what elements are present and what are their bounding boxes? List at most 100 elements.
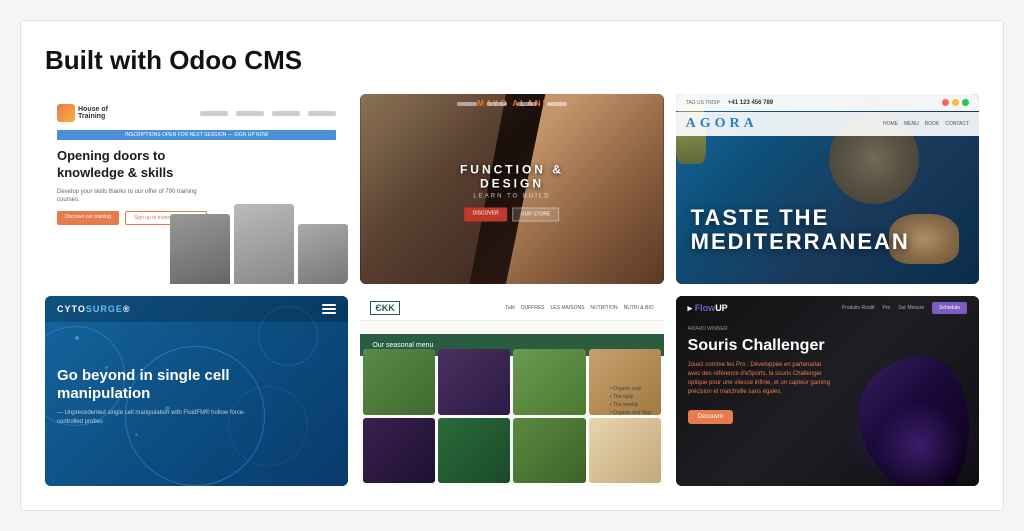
card-flowup[interactable]: ▸ FlowUP Produits Routif Pro Sur Mesure … — [676, 296, 979, 486]
top-tag: TAG US TRISP — [686, 100, 720, 106]
card-images — [170, 204, 348, 284]
card-cytosurge[interactable]: CYTOSURGE® Go beyond in single cell mani… — [45, 296, 348, 486]
close-dot — [942, 99, 949, 106]
hamburger-menu[interactable] — [322, 304, 336, 314]
ekk-logo: ЄΚΚ — [370, 301, 399, 315]
top-bar: TAG US TRISP +41 123 456 789 — [676, 94, 979, 111]
main-container: Built with Odoo CMS House ofTraining — [20, 20, 1004, 511]
mouse-glow — [874, 401, 964, 486]
top-nav: CYTOSURGE® — [45, 296, 348, 322]
phone-number: +41 123 456 789 — [728, 100, 773, 106]
cytosurge-logo: CYTOSURGE® — [57, 304, 131, 314]
food-grid — [360, 346, 663, 486]
top-nav: ЄΚΚ Таbl OUFFRES LES MAISONS NUTRITION N… — [360, 296, 663, 321]
card-house-of-training[interactable]: House ofTraining INSCRIPTIONS OPEN FOR N… — [45, 94, 348, 284]
cell-dot — [75, 336, 79, 340]
primary-btn[interactable]: Discover our training — [57, 211, 119, 225]
center-text: FUNCTION & DESIGN LEARN TO BUILD DISCOVE… — [436, 162, 588, 221]
card-ekk-food[interactable]: ЄΚΚ Таbl OUFFRES LES MAISONS NUTRITION N… — [360, 296, 663, 486]
beyond-subtitle: — Unprecedented single cell manipulation… — [57, 409, 247, 427]
nav-dot — [457, 102, 477, 106]
nav-links: HOME MENU BOOK CONTACT — [883, 121, 969, 127]
mouse-body — [839, 336, 969, 486]
beyond-title: Go beyond in single cell manipulation — [57, 367, 257, 403]
list-item: • The weekly — [610, 402, 652, 408]
card-inner: MAYO ALANI FUNCTION & DESIGN LEARN TO BU… — [360, 94, 663, 284]
nav-item: Produits Routif — [842, 305, 875, 311]
window-controls — [942, 99, 969, 106]
nav-item — [200, 111, 228, 116]
logo-square — [57, 104, 75, 122]
maximize-dot — [962, 99, 969, 106]
nav-link: MENU — [904, 121, 919, 127]
desc-line1: Jouez comme les Pro : Développée en part… — [688, 362, 821, 368]
product-name: Souris Challenger — [688, 337, 830, 355]
ham-line — [322, 308, 336, 310]
nav-item — [236, 111, 264, 116]
nav-item: NUTRITION — [590, 305, 617, 311]
list-section: • Organic only • The daily • The weekly … — [610, 386, 652, 416]
nav-item — [308, 111, 336, 116]
fn-btn: DISCOVER OUR STORE — [436, 207, 588, 221]
list-item: • Organic and Vegı — [610, 410, 652, 416]
food-cell-salad — [513, 349, 585, 415]
nav-item — [272, 111, 300, 116]
hero-content: AWARD WINNER Souris Challenger Jouez com… — [688, 326, 830, 424]
card-header: House ofTraining — [57, 104, 336, 122]
food-cell-light — [589, 418, 661, 484]
hero-content: Go beyond in single cell manipulation — … — [57, 367, 257, 427]
food-cell-berry — [438, 349, 510, 415]
flowup-logo: ▸ FlowUP — [688, 303, 728, 314]
card-inner: CYTOSURGE® Go beyond in single cell mani… — [45, 296, 348, 486]
nav-item: Sur Mesure — [898, 305, 924, 311]
announcement-bar: INSCRIPTIONS OPEN FOR NEXT SESSION — SIG… — [57, 130, 336, 140]
ham-line — [322, 304, 336, 306]
desc-line2: avec des référence d'eSports, la souris … — [688, 371, 822, 377]
fn-sub: LEARN TO BUILD — [436, 193, 588, 199]
nav-link: CONTACT — [945, 121, 969, 127]
nav-item: NUTRI & BIO — [624, 305, 654, 311]
nav-dot — [487, 102, 507, 106]
nav-items: Produits Routif Pro Sur Mesure — [842, 305, 924, 311]
mouse-visual — [831, 316, 979, 486]
nav-item: OUFFRES — [521, 305, 545, 311]
cell-dot — [135, 433, 138, 436]
card-subtext: Develop your skills thanks to our offer … — [57, 188, 197, 205]
nav-item: Таbl — [505, 305, 515, 311]
card-inner: ▸ FlowUP Produits Routif Pro Sur Mesure … — [676, 296, 979, 486]
page-title: Built with Odoo CMS — [45, 45, 979, 76]
tagline: TASTE THE MEDITERRANEAN — [691, 206, 979, 254]
image-3 — [298, 224, 348, 284]
list-item: • The daily — [610, 394, 652, 400]
nav-dot — [517, 102, 537, 106]
award-tag: AWARD WINNER — [688, 326, 830, 332]
card-heading: Opening doors to knowledge & skills — [57, 148, 211, 182]
top-nav — [457, 102, 567, 106]
nav-link: HOME — [883, 121, 898, 127]
ham-line — [322, 312, 336, 314]
fn-btn-primary[interactable]: DISCOVER — [465, 207, 507, 221]
fn-btn-secondary[interactable]: OUR STORE — [512, 207, 560, 221]
card-inner: ЄΚΚ Таbl OUFFRES LES MAISONS NUTRITION N… — [360, 296, 663, 486]
card-mayo-alani[interactable]: MAYO ALANI FUNCTION & DESIGN LEARN TO BU… — [360, 94, 663, 284]
logo-block: House ofTraining — [57, 104, 108, 122]
nav-bar: AGORA HOME MENU BOOK CONTACT — [676, 112, 979, 136]
minimize-dot — [952, 99, 959, 106]
nav-item: LES MAISONS — [551, 305, 585, 311]
card-agora[interactable]: TAG US TRISP +41 123 456 789 AGORA HOME … — [676, 94, 979, 284]
schedule-btn[interactable]: Schedule — [932, 302, 967, 314]
image-1 — [170, 214, 230, 284]
nav-items — [200, 111, 336, 116]
site-name: House ofTraining — [78, 106, 108, 120]
nav-item: Pro — [883, 305, 891, 311]
fn-title: FUNCTION & DESIGN — [436, 162, 588, 190]
website-grid: House ofTraining INSCRIPTIONS OPEN FOR N… — [45, 94, 979, 486]
learn-btn[interactable]: Découvrir — [688, 410, 734, 424]
hero-text: TASTE THE MEDITERRANEAN — [691, 206, 979, 254]
food-cell-herb — [363, 349, 435, 415]
nav-items: Таbl OUFFRES LES MAISONS NUTRITION NUTRI… — [505, 305, 654, 311]
image-2 — [234, 204, 294, 284]
desc-line3: optique pour une vitesse infinie, et un … — [688, 380, 830, 386]
list-item: • Organic only — [610, 386, 652, 392]
food-cell-bowl — [513, 418, 585, 484]
